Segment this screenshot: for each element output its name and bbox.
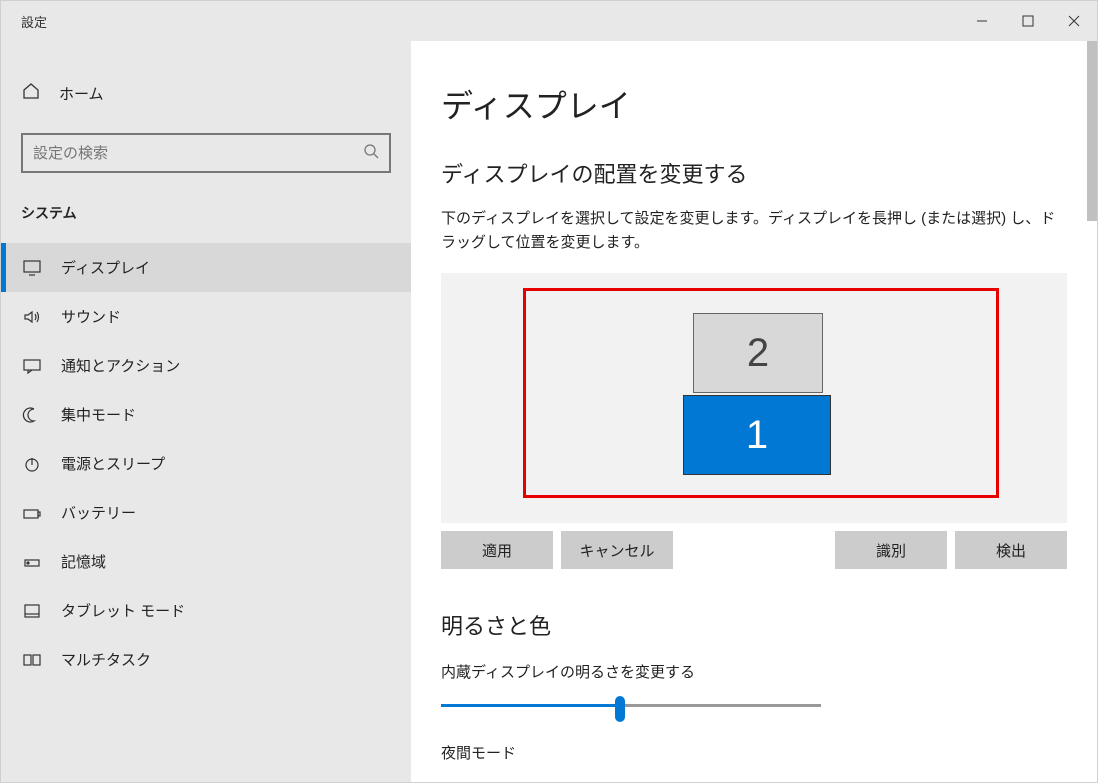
nav-item-power[interactable]: 電源とスリープ (1, 439, 411, 488)
apply-button[interactable]: 適用 (441, 531, 553, 569)
category-label: システム (1, 193, 411, 243)
moon-icon (21, 406, 43, 424)
nav-label: 記憶域 (61, 551, 106, 572)
nav-label: サウンド (61, 306, 121, 327)
home-link[interactable]: ホーム (1, 71, 411, 115)
home-label: ホーム (59, 83, 104, 104)
scrollbar[interactable] (1087, 41, 1097, 221)
search-input[interactable] (33, 145, 363, 162)
nav-item-tablet[interactable]: タブレット モード (1, 586, 411, 635)
slider-fill (441, 704, 621, 707)
detect-button[interactable]: 検出 (955, 531, 1067, 569)
nav-item-multitask[interactable]: マルチタスク (1, 635, 411, 684)
brightness-heading: 明るさと色 (441, 609, 1067, 641)
arrange-heading: ディスプレイの配置を変更する (441, 157, 1067, 189)
nav-label: マルチタスク (61, 649, 151, 670)
message-icon (21, 357, 43, 375)
nav-label: バッテリー (61, 502, 136, 523)
brightness-slider-label: 内蔵ディスプレイの明るさを変更する (441, 661, 1067, 682)
nav-item-notifications[interactable]: 通知とアクション (1, 341, 411, 390)
main-content: ディスプレイ ディスプレイの配置を変更する 下のディスプレイを選択して設定を変更… (411, 41, 1097, 782)
nav-label: タブレット モード (61, 600, 185, 621)
display-arrangement-area[interactable]: 2 1 (441, 273, 1067, 523)
monitor-icon (21, 259, 43, 277)
slider-thumb[interactable] (615, 696, 625, 722)
identify-button[interactable]: 識別 (835, 531, 947, 569)
search-icon (363, 143, 379, 164)
window-controls (959, 1, 1097, 41)
brightness-slider[interactable] (441, 692, 821, 722)
storage-icon (21, 553, 43, 571)
nav-label: ディスプレイ (61, 257, 150, 278)
battery-icon (21, 504, 43, 522)
nav-item-display[interactable]: ディスプレイ (1, 243, 411, 292)
home-icon (21, 81, 41, 105)
nav-item-sound[interactable]: サウンド (1, 292, 411, 341)
arrange-button-row: 適用 キャンセル 識別 検出 (441, 531, 1067, 569)
nav-item-battery[interactable]: バッテリー (1, 488, 411, 537)
sound-icon (21, 308, 43, 326)
power-icon (21, 455, 43, 473)
window-title: 設定 (1, 12, 959, 31)
tablet-icon (21, 602, 43, 620)
nav-item-storage[interactable]: 記憶域 (1, 537, 411, 586)
search-box[interactable] (21, 133, 391, 173)
nav-label: 電源とスリープ (61, 453, 165, 474)
sidebar: ホーム システム ディスプレイ サウンド 通知とアクション (1, 41, 411, 782)
minimize-button[interactable] (959, 1, 1005, 41)
maximize-button[interactable] (1005, 1, 1051, 41)
cancel-button[interactable]: キャンセル (561, 531, 673, 569)
nav-label: 集中モード (61, 404, 136, 425)
monitor-2[interactable]: 2 (693, 313, 823, 393)
close-button[interactable] (1051, 1, 1097, 41)
nav-label: 通知とアクション (61, 355, 180, 376)
titlebar: 設定 (1, 1, 1097, 41)
night-mode-label: 夜間モード (441, 742, 1067, 763)
monitor-1[interactable]: 1 (683, 395, 831, 475)
arrange-description: 下のディスプレイを選択して設定を変更します。ディスプレイを長押し (または選択)… (441, 207, 1067, 255)
multitask-icon (21, 651, 43, 669)
page-title: ディスプレイ (441, 81, 1067, 127)
nav-item-focus[interactable]: 集中モード (1, 390, 411, 439)
